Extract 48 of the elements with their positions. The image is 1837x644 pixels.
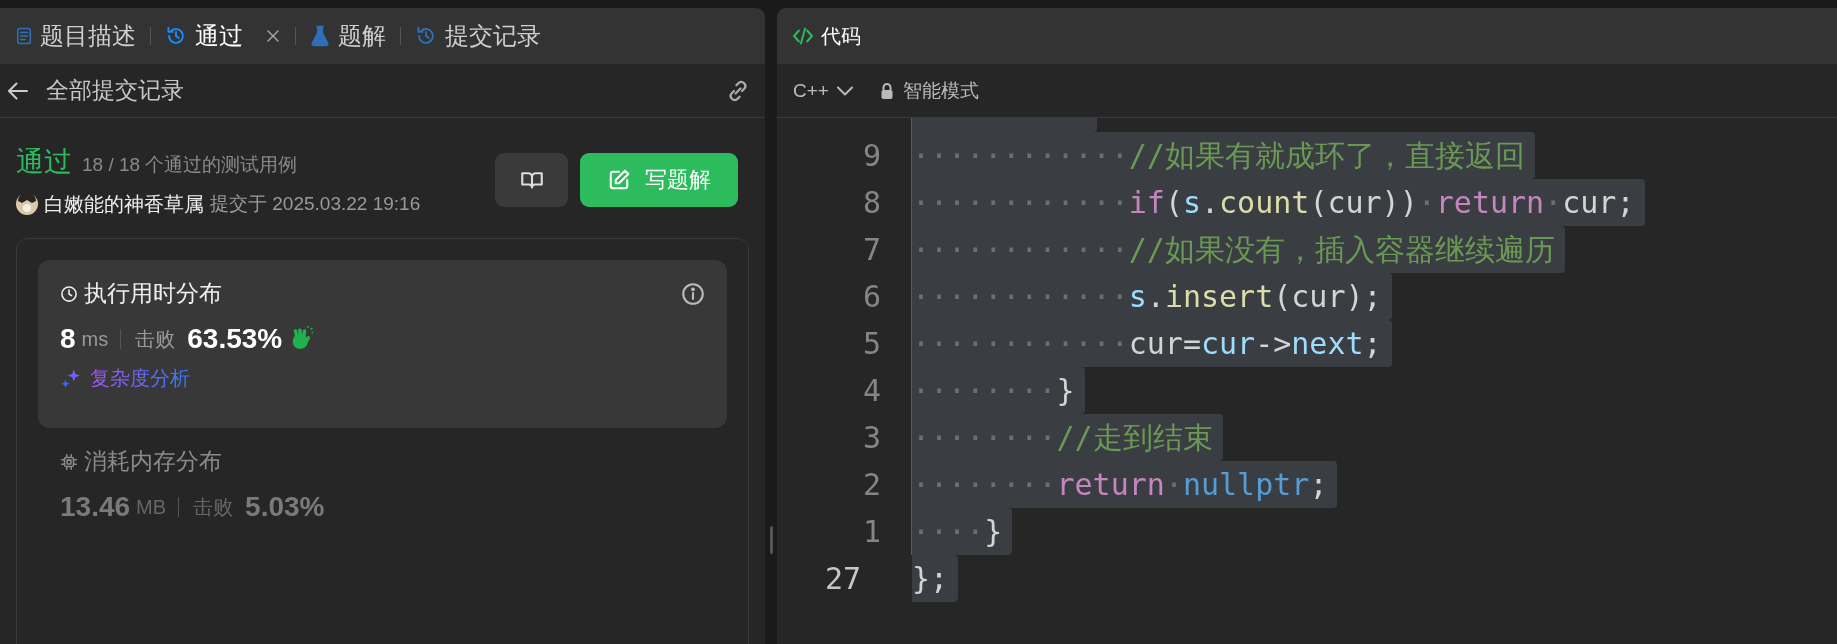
line-number: 8 [861,184,881,222]
splitter-handle[interactable] [769,526,773,554]
panel-title: 代码 [821,23,861,49]
line-number: 4 [861,372,881,410]
line-number: 5 [861,325,881,363]
line-number: 6 [861,278,881,316]
history-icon [165,25,187,47]
tab[interactable]: 题解 [306,16,390,56]
avatar [16,193,38,215]
sparkle-icon [60,367,82,390]
code-icon [791,25,815,47]
tab[interactable]: 题目描述 [12,16,140,56]
test-count: 18 / 18 个通过的测试用例 [82,152,298,177]
stat-title: 消耗内存分布 [84,447,223,476]
status-text: 通过 [16,144,72,179]
info-icon [681,281,705,306]
line-number: 2 [861,466,881,504]
line-number: 7 [861,231,881,269]
beat-label: 击败 [193,494,234,520]
author-name: 白嫩能的神香草属 [44,191,204,217]
submit-time: 提交于 2025.03.22 19:16 [210,192,421,216]
chevron-down-icon [836,85,853,96]
stat-card[interactable]: 执行用时分布 8 ms 击败 63.53% 复杂度分析 [38,260,727,428]
edit-icon [607,168,631,192]
clock-icon [60,284,78,303]
stat-value: 8 [60,323,76,355]
language-dropdown[interactable]: C++ [793,79,853,102]
flask-icon [310,25,330,47]
document-icon [16,26,32,46]
beat-percent: 63.53% [187,323,283,355]
page-title: 全部提交记录 [46,76,185,105]
stat-unit: MB [136,495,167,519]
tab[interactable]: 提交记录 [411,16,545,56]
stat-value: 13.46 [60,491,131,523]
mode-label: 智能模式 [902,78,979,103]
history-icon [415,25,437,47]
line-number: 9 [861,137,881,175]
line-number: 27 [823,560,861,598]
chip-icon [60,452,78,471]
beat-percent: 5.03% [245,491,325,523]
stat-card[interactable]: 消耗内存分布 13.46 MB 击败 5.03% [38,428,727,596]
stat-unit: ms [81,327,109,351]
book-button[interactable] [495,153,568,207]
tab[interactable]: 通过 [161,16,285,56]
beat-label: 击败 [135,326,176,352]
line-number: 3 [861,419,881,457]
stat-title: 执行用时分布 [84,279,223,308]
line-number: 1 [861,513,881,551]
